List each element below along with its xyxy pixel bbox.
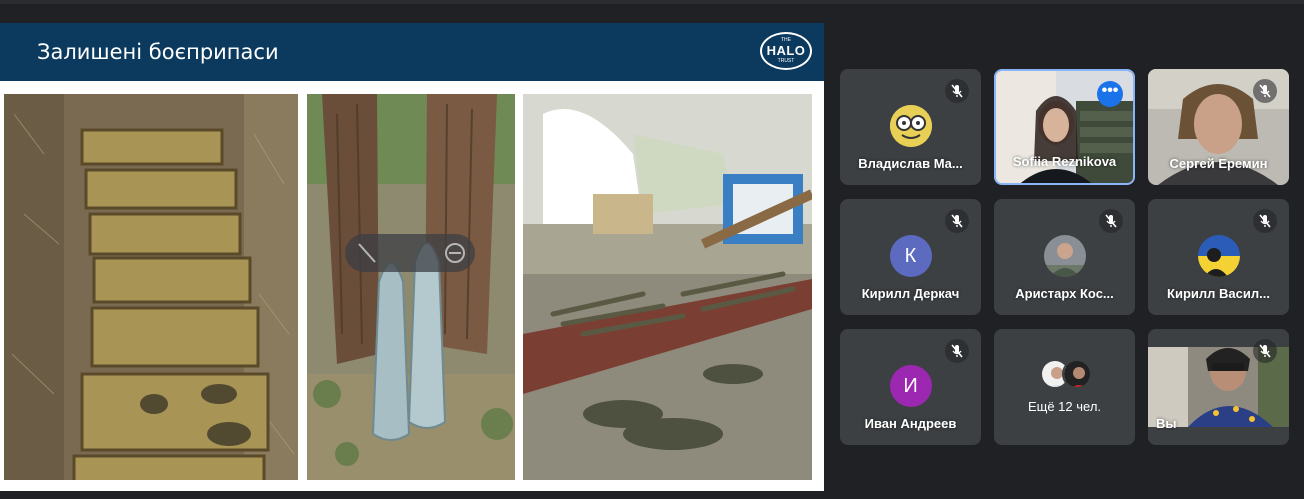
participant-name: Аристарх Кос...	[1015, 286, 1114, 301]
photo-avatar	[1043, 235, 1086, 277]
letter-avatar: К	[889, 235, 932, 277]
participant-name: Вы	[1156, 416, 1177, 431]
slide-title: Залишені боєприпаси	[37, 40, 279, 64]
logo-word: HALO	[766, 43, 806, 58]
halo-trust-logo: THE HALO TRUST	[760, 32, 812, 70]
stacked-avatars	[1040, 359, 1096, 391]
slide-header: Залишені боєприпаси THE HALO TRUST	[0, 23, 824, 81]
mic-off-icon	[1099, 209, 1123, 233]
participant-name: Кирилл Васил...	[1167, 286, 1270, 301]
mic-off-icon	[945, 79, 969, 103]
photo-destroyed-room	[523, 94, 812, 480]
more-participants-tile[interactable]: Ещё 12 чел.	[994, 329, 1135, 445]
participant-tile[interactable]: Владислав Ма...	[840, 69, 981, 185]
flag-avatar	[1197, 235, 1240, 277]
participant-name: Сергей Еремин	[1169, 156, 1268, 171]
cartoon-avatar	[889, 105, 932, 147]
mic-off-icon	[1253, 79, 1277, 103]
more-participants-label: Ещё 12 чел.	[1027, 399, 1102, 414]
participant-tile-active[interactable]: ••• Sofiia Reznikova	[994, 69, 1135, 185]
participant-tile[interactable]: Сергей Еремин	[1148, 69, 1289, 185]
mic-off-icon	[945, 339, 969, 363]
photo-ammo-boxes	[4, 94, 298, 480]
participant-name: Sofiia Reznikova	[1012, 154, 1117, 169]
photo-artillery-shells	[307, 94, 515, 480]
more-options-icon[interactable]: •••	[1097, 81, 1123, 107]
mic-off-icon	[945, 209, 969, 233]
logo-trust: TRUST	[777, 58, 795, 64]
participant-tile[interactable]: Кирилл Васил...	[1148, 199, 1289, 315]
presentation-slide: Залишені боєприпаси THE HALO TRUST	[0, 23, 824, 491]
participant-name: Иван Андреев	[864, 416, 957, 431]
mini-avatar	[1062, 359, 1092, 389]
letter-avatar: И	[889, 365, 932, 407]
participant-tile[interactable]: Аристарх Кос...	[994, 199, 1135, 315]
participant-tile[interactable]: И Иван Андреев	[840, 329, 981, 445]
participant-tile[interactable]: К Кирилл Деркач	[840, 199, 981, 315]
mic-off-icon	[1253, 339, 1277, 363]
mic-off-icon	[1253, 209, 1277, 233]
self-tile[interactable]: Вы	[1148, 329, 1289, 445]
participant-name: Владислав Ма...	[858, 156, 963, 171]
top-strip	[0, 0, 1304, 4]
participant-name: Кирилл Деркач	[861, 286, 960, 301]
